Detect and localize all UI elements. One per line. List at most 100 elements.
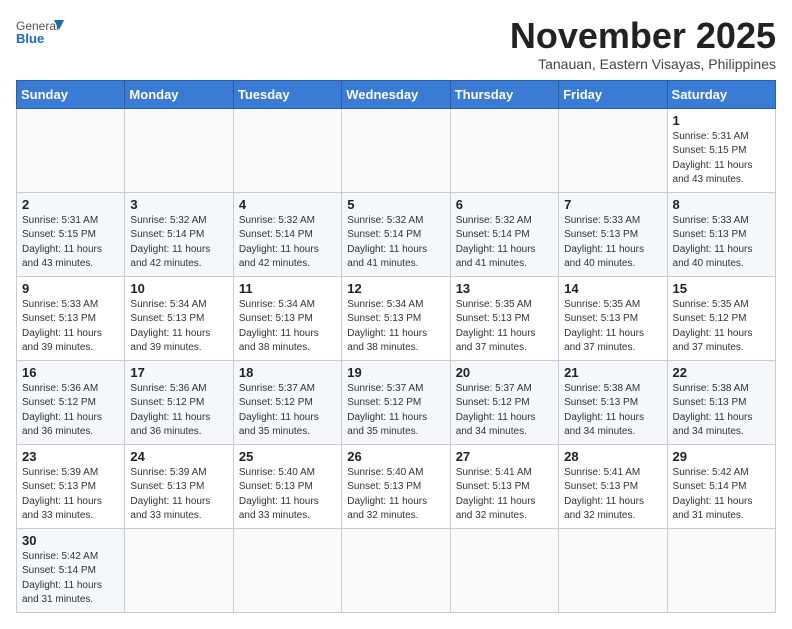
calendar-cell [559,528,667,612]
generalblue-logo-icon: General Blue [16,16,64,52]
day-info: Sunrise: 5:36 AMSunset: 5:12 PMDaylight:… [130,382,227,440]
day-headers-row: SundayMondayTuesdayWednesdayThursdayFrid… [17,80,776,108]
day-number: 8 [673,197,770,212]
calendar-cell: 6 Sunrise: 5:32 AMSunset: 5:14 PMDaylight… [450,192,558,276]
col-header-friday: Friday [559,80,667,108]
day-info: Sunrise: 5:33 AMSunset: 5:13 PMDaylight:… [564,214,661,272]
calendar-week-0: 1 Sunrise: 5:31 AMSunset: 5:15 PMDaylight… [17,108,776,192]
day-info: Sunrise: 5:42 AMSunset: 5:14 PMDaylight:… [673,466,770,524]
col-header-wednesday: Wednesday [342,80,450,108]
calendar-cell: 16Sunrise: 5:36 AMSunset: 5:12 PMDayligh… [17,360,125,444]
day-number: 9 [22,281,119,296]
page-header: General Blue November 2025 Tanauan, East… [16,16,776,72]
calendar-cell: 8 Sunrise: 5:33 AMSunset: 5:13 PMDaylight… [667,192,775,276]
calendar-cell: 5 Sunrise: 5:32 AMSunset: 5:14 PMDaylight… [342,192,450,276]
calendar-cell [233,108,341,192]
calendar-cell: 4 Sunrise: 5:32 AMSunset: 5:14 PMDaylight… [233,192,341,276]
day-info: Sunrise: 5:37 AMSunset: 5:12 PMDaylight:… [347,382,444,440]
day-number: 4 [239,197,336,212]
day-number: 1 [673,113,770,128]
day-info: Sunrise: 5:41 AMSunset: 5:13 PMDaylight:… [456,466,553,524]
day-info: Sunrise: 5:31 AMSunset: 5:15 PMDaylight:… [673,130,770,188]
day-info: Sunrise: 5:38 AMSunset: 5:13 PMDaylight:… [564,382,661,440]
day-number: 11 [239,281,336,296]
day-info: Sunrise: 5:32 AMSunset: 5:14 PMDaylight:… [456,214,553,272]
day-info: Sunrise: 5:34 AMSunset: 5:13 PMDaylight:… [347,298,444,356]
calendar-cell: 28 Sunrise: 5:41 AMSunset: 5:13 PMDayligh… [559,444,667,528]
calendar-cell: 29 Sunrise: 5:42 AMSunset: 5:14 PMDayligh… [667,444,775,528]
day-number: 17 [130,365,227,380]
logo-area: General Blue [16,16,64,52]
day-info: Sunrise: 5:34 AMSunset: 5:13 PMDaylight:… [130,298,227,356]
location-subtitle: Tanauan, Eastern Visayas, Philippines [510,56,776,72]
day-number: 20 [456,365,553,380]
calendar-cell: 17 Sunrise: 5:36 AMSunset: 5:12 PMDayligh… [125,360,233,444]
day-number: 5 [347,197,444,212]
calendar-week-3: 16Sunrise: 5:36 AMSunset: 5:12 PMDayligh… [17,360,776,444]
calendar-cell: 15 Sunrise: 5:35 AMSunset: 5:12 PMDayligh… [667,276,775,360]
day-number: 15 [673,281,770,296]
calendar-cell [17,108,125,192]
day-info: Sunrise: 5:33 AMSunset: 5:13 PMDaylight:… [673,214,770,272]
calendar-cell [125,108,233,192]
calendar-cell: 19 Sunrise: 5:37 AMSunset: 5:12 PMDayligh… [342,360,450,444]
calendar-cell [342,108,450,192]
day-number: 30 [22,533,119,548]
calendar-cell: 21 Sunrise: 5:38 AMSunset: 5:13 PMDayligh… [559,360,667,444]
calendar-cell: 23Sunrise: 5:39 AMSunset: 5:13 PMDayligh… [17,444,125,528]
day-info: Sunrise: 5:32 AMSunset: 5:14 PMDaylight:… [239,214,336,272]
calendar-cell [450,528,558,612]
calendar-cell [342,528,450,612]
col-header-monday: Monday [125,80,233,108]
calendar-cell: 24 Sunrise: 5:39 AMSunset: 5:13 PMDayligh… [125,444,233,528]
calendar-cell [233,528,341,612]
day-info: Sunrise: 5:32 AMSunset: 5:14 PMDaylight:… [347,214,444,272]
day-number: 2 [22,197,119,212]
calendar-cell: 18Sunrise: 5:37 AMSunset: 5:12 PMDayligh… [233,360,341,444]
calendar-week-4: 23Sunrise: 5:39 AMSunset: 5:13 PMDayligh… [17,444,776,528]
calendar-cell: 20Sunrise: 5:37 AMSunset: 5:12 PMDayligh… [450,360,558,444]
calendar-cell [125,528,233,612]
calendar-table: SundayMondayTuesdayWednesdayThursdayFrid… [16,80,776,613]
day-info: Sunrise: 5:39 AMSunset: 5:13 PMDaylight:… [130,466,227,524]
calendar-cell [450,108,558,192]
calendar-cell: 14Sunrise: 5:35 AMSunset: 5:13 PMDayligh… [559,276,667,360]
day-number: 6 [456,197,553,212]
calendar-cell: 26Sunrise: 5:40 AMSunset: 5:13 PMDayligh… [342,444,450,528]
day-info: Sunrise: 5:41 AMSunset: 5:13 PMDaylight:… [564,466,661,524]
svg-text:Blue: Blue [16,31,44,46]
calendar-cell: 1 Sunrise: 5:31 AMSunset: 5:15 PMDaylight… [667,108,775,192]
calendar-cell: 10 Sunrise: 5:34 AMSunset: 5:13 PMDayligh… [125,276,233,360]
calendar-cell: 9 Sunrise: 5:33 AMSunset: 5:13 PMDaylight… [17,276,125,360]
title-area: November 2025 Tanauan, Eastern Visayas, … [510,16,776,72]
calendar-cell: 13Sunrise: 5:35 AMSunset: 5:13 PMDayligh… [450,276,558,360]
day-number: 24 [130,449,227,464]
day-info: Sunrise: 5:31 AMSunset: 5:15 PMDaylight:… [22,214,119,272]
day-info: Sunrise: 5:42 AMSunset: 5:14 PMDaylight:… [22,550,119,608]
day-info: Sunrise: 5:32 AMSunset: 5:14 PMDaylight:… [130,214,227,272]
day-info: Sunrise: 5:39 AMSunset: 5:13 PMDaylight:… [22,466,119,524]
day-info: Sunrise: 5:37 AMSunset: 5:12 PMDaylight:… [239,382,336,440]
day-number: 28 [564,449,661,464]
calendar-cell: 3 Sunrise: 5:32 AMSunset: 5:14 PMDaylight… [125,192,233,276]
calendar-week-5: 30 Sunrise: 5:42 AMSunset: 5:14 PMDayligh… [17,528,776,612]
day-number: 21 [564,365,661,380]
day-number: 13 [456,281,553,296]
day-info: Sunrise: 5:34 AMSunset: 5:13 PMDaylight:… [239,298,336,356]
day-info: Sunrise: 5:33 AMSunset: 5:13 PMDaylight:… [22,298,119,356]
day-number: 22 [673,365,770,380]
day-info: Sunrise: 5:35 AMSunset: 5:12 PMDaylight:… [673,298,770,356]
day-number: 19 [347,365,444,380]
day-number: 3 [130,197,227,212]
day-number: 10 [130,281,227,296]
calendar-cell: 30 Sunrise: 5:42 AMSunset: 5:14 PMDayligh… [17,528,125,612]
calendar-cell [667,528,775,612]
day-number: 29 [673,449,770,464]
day-number: 27 [456,449,553,464]
day-info: Sunrise: 5:36 AMSunset: 5:12 PMDaylight:… [22,382,119,440]
month-year-title: November 2025 [510,16,776,56]
calendar-week-2: 9 Sunrise: 5:33 AMSunset: 5:13 PMDaylight… [17,276,776,360]
day-info: Sunrise: 5:35 AMSunset: 5:13 PMDaylight:… [564,298,661,356]
calendar-cell: 11 Sunrise: 5:34 AMSunset: 5:13 PMDayligh… [233,276,341,360]
day-info: Sunrise: 5:40 AMSunset: 5:13 PMDaylight:… [239,466,336,524]
